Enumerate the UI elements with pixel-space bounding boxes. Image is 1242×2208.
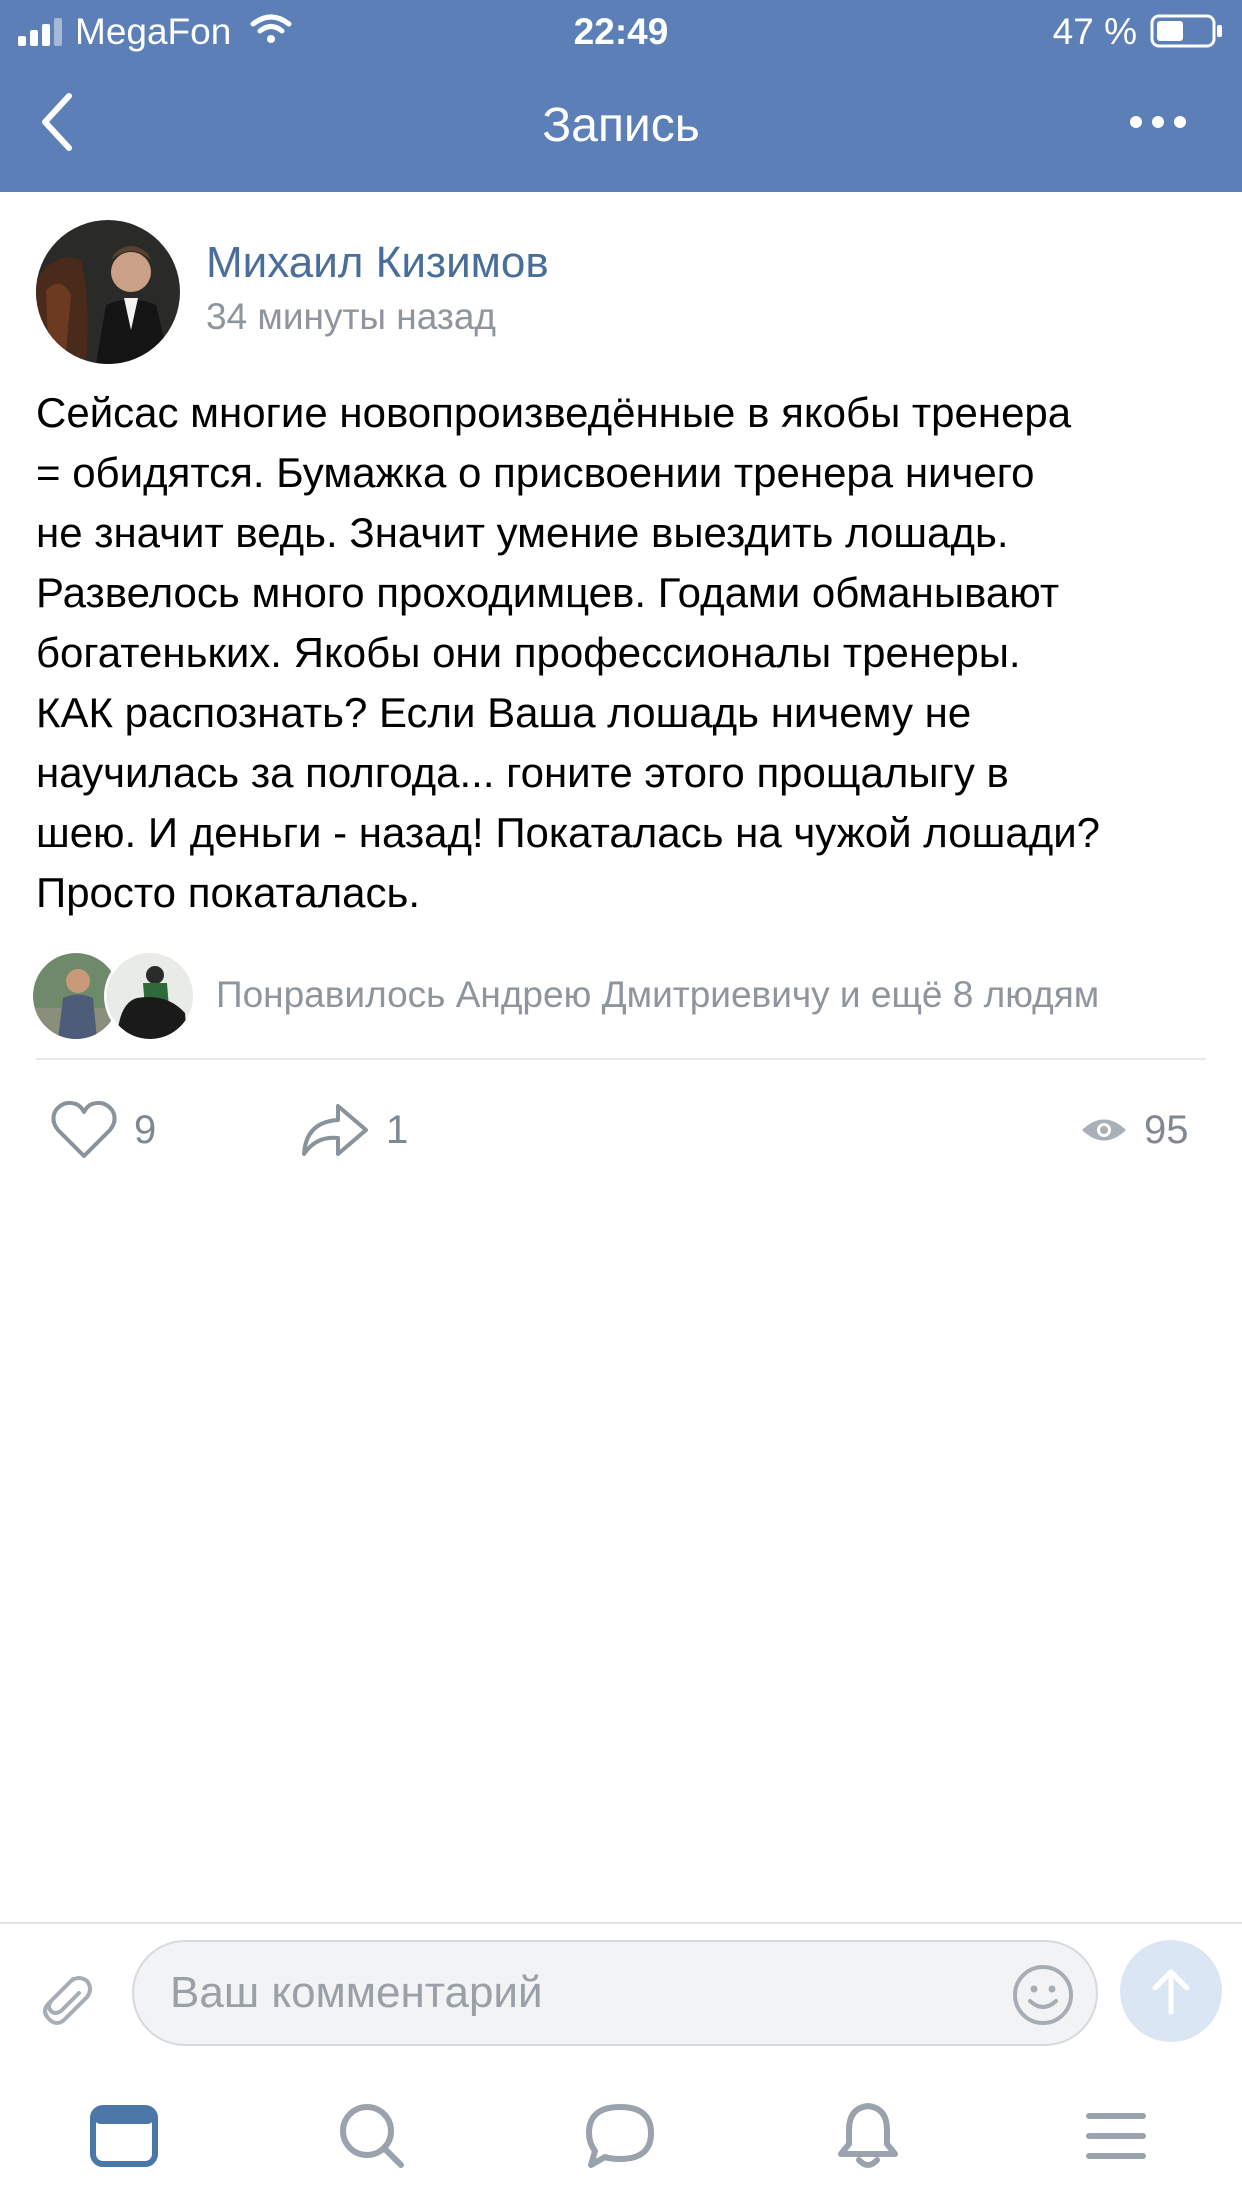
eye-icon	[1082, 1119, 1126, 1141]
comment-input[interactable]	[132, 1940, 1098, 2046]
author-avatar[interactable]	[36, 220, 180, 364]
liked-by-text[interactable]: Понравилось Андрею Дмитриевичу и ещё 8 л…	[216, 972, 1099, 1018]
author-name[interactable]: Михаил Кизимов	[206, 236, 549, 290]
divider	[36, 1058, 1206, 1060]
post-text-line: КАК распознать? Если Ваша лошадь ничему …	[36, 689, 972, 736]
news-icon	[90, 2105, 158, 2167]
share-arrow-icon	[302, 1104, 368, 1156]
comment-bar	[0, 1922, 1242, 2064]
post-text-line: богатеньких. Якобы они профессионалы тре…	[36, 629, 1021, 676]
arrow-up-icon	[1152, 1969, 1190, 2015]
app-header: MegaFon 22:49 47 % Запись	[0, 0, 1242, 192]
navigation-bar: Запись	[0, 64, 1242, 192]
post-text: Сейсас многие новопроизведённые в якобы …	[36, 383, 1216, 923]
views-count: 95	[1144, 1107, 1189, 1152]
emoji-button[interactable]	[1008, 1960, 1078, 2030]
smiley-icon	[1013, 1965, 1073, 2025]
post-text-line: научилась за полгода... гоните этого про…	[36, 749, 1009, 796]
tab-news[interactable]	[82, 2094, 166, 2178]
battery-icon	[1150, 14, 1222, 48]
more-horizontal-icon	[1130, 116, 1186, 128]
post-timestamp[interactable]: 34 минуты назад	[206, 295, 496, 339]
shares-count: 1	[386, 1107, 409, 1152]
paperclip-icon	[43, 1976, 92, 2025]
send-button[interactable]	[1120, 1940, 1222, 2042]
tab-bar	[0, 2064, 1242, 2208]
post-text-line: Сейсас многие новопроизведённые в якобы …	[36, 389, 1072, 436]
more-options-button[interactable]	[1120, 92, 1196, 152]
post-text-line: Развелось много проходимцев. Годами обма…	[36, 569, 1060, 616]
post-text-line: = обидятся. Бумажка о присвоении тренера…	[36, 449, 1035, 496]
heart-icon	[51, 1100, 117, 1158]
page-title: Запись	[542, 99, 700, 152]
tab-messages[interactable]	[578, 2094, 662, 2178]
post-text-line: шею. И деньги - назад! Покаталась на чуж…	[36, 809, 1101, 856]
views-counter: 95	[1080, 1100, 1189, 1160]
attach-button[interactable]	[30, 1962, 100, 2032]
messages-icon	[586, 2104, 654, 2168]
post-text-line: Просто покаталась.	[36, 869, 421, 916]
tab-notifications[interactable]	[826, 2094, 910, 2178]
post-text-line: не значит ведь. Значит умение выездить л…	[36, 509, 1009, 556]
tab-menu[interactable]	[1074, 2094, 1158, 2178]
battery-percentage: 47 %	[1052, 11, 1137, 52]
liker-avatar[interactable]	[104, 950, 196, 1042]
likes-count: 9	[134, 1107, 157, 1152]
tab-search[interactable]	[330, 2094, 414, 2178]
menu-icon	[1086, 2113, 1146, 2159]
like-button[interactable]: 9	[50, 1100, 156, 1160]
share-button[interactable]: 1	[298, 1100, 408, 1160]
status-bar: MegaFon 22:49 47 %	[0, 0, 1242, 64]
search-icon	[340, 2104, 404, 2168]
notifications-icon	[838, 2103, 898, 2168]
